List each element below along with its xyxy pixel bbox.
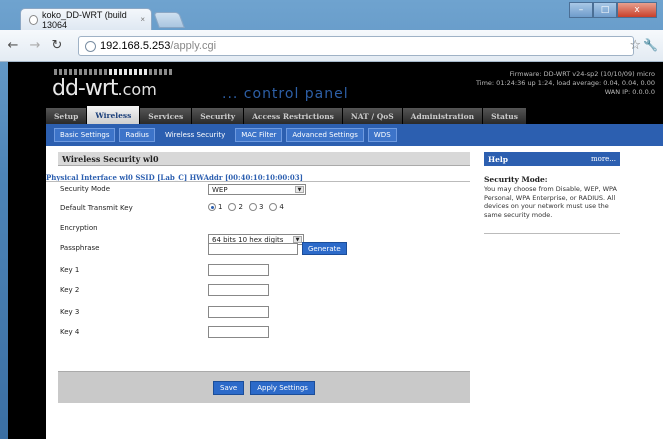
window-controls: – □ x (569, 2, 657, 18)
radio-label: 3 (258, 203, 264, 211)
help-body: You may choose from Disable, WEP, WPA Pe… (484, 185, 617, 219)
url-host: 192.168.5.253 (100, 40, 171, 52)
transmit-key-radio-4[interactable]: 4 (269, 203, 284, 211)
key3-input[interactable] (208, 306, 269, 318)
transmit-key-label: Default Transmit Key (60, 204, 133, 212)
security-mode-select[interactable]: WEP ▼ (208, 184, 306, 195)
transmit-key-radio-3[interactable]: 3 (248, 203, 264, 211)
url-path: /apply.cgi (170, 40, 217, 52)
key1-label: Key 1 (60, 266, 80, 274)
subtab-advanced-settings[interactable]: Advanced Settings (286, 128, 364, 142)
key3-label: Key 3 (60, 308, 80, 316)
firmware-info: Firmware: DD-WRT v24-sp2 (10/10/09) micr… (476, 70, 655, 97)
new-tab-button[interactable] (153, 12, 185, 28)
subtab-radius[interactable]: Radius (119, 128, 155, 142)
subtab-wds[interactable]: WDS (367, 128, 397, 142)
apply-settings-button[interactable]: Apply Settings (250, 380, 315, 395)
radio-label: 4 (279, 203, 284, 211)
tab-setup[interactable]: Setup (46, 108, 87, 124)
logo-com: .com (117, 80, 157, 99)
tab-status[interactable]: Status (483, 108, 526, 124)
bookmark-star-icon[interactable]: ☆ (629, 38, 641, 53)
key4-label: Key 4 (60, 328, 80, 336)
logo-dots (54, 69, 172, 75)
tab-services[interactable]: Services (140, 108, 192, 124)
back-arrow-icon[interactable]: ← (4, 38, 22, 53)
subtab-basic-settings[interactable]: Basic Settings (54, 128, 116, 142)
maximize-button[interactable]: □ (593, 2, 617, 18)
control-panel-label: ... control panel (222, 86, 349, 102)
wrench-icon[interactable]: 🔧 (643, 38, 658, 52)
subtab-wireless-security[interactable]: Wireless Security (158, 128, 232, 142)
address-bar[interactable]: 192.168.5.253/apply.cgi (78, 36, 634, 56)
radio-button[interactable] (228, 203, 237, 211)
uptime-load: Time: 01:24:36 up 1:24, load average: 0.… (476, 79, 655, 87)
firmware-version: Firmware: DD-WRT v24-sp2 (10/10/09) micr… (509, 70, 655, 78)
key4-input[interactable] (208, 326, 269, 338)
transmit-key-radio-2[interactable]: 2 (228, 203, 243, 211)
wan-ip: WAN IP: 0.0.0.0 (604, 88, 655, 96)
main-nav: Setup Wireless Services Security Access … (46, 106, 526, 124)
tab-close-icon[interactable]: × (140, 15, 145, 24)
chevron-down-icon: ▼ (293, 236, 302, 243)
minimize-button[interactable]: – (569, 2, 593, 18)
radio-label: 1 (218, 203, 223, 211)
subtab-mac-filter[interactable]: MAC Filter (235, 128, 283, 142)
radio-button[interactable] (269, 203, 278, 211)
forward-arrow-icon[interactable]: → (26, 38, 44, 53)
tab-security[interactable]: Security (192, 108, 244, 124)
transmit-key-radio-1[interactable]: 1 (208, 203, 222, 211)
reload-icon[interactable]: ↻ (48, 38, 66, 53)
tab-administration[interactable]: Administration (402, 108, 483, 124)
web-page: dd-wrt.com ... control panel Firmware: D… (8, 62, 663, 439)
tab-nat-qos[interactable]: NAT / QoS (342, 108, 402, 124)
divider (484, 233, 620, 234)
help-panel-title: Help more... (484, 152, 620, 166)
generate-button[interactable]: Generate (302, 242, 347, 255)
logo-main: dd-wrt (52, 76, 119, 101)
radio-button[interactable] (248, 203, 257, 211)
favicon-icon (29, 14, 39, 25)
divider (46, 181, 470, 182)
panel-title: Wireless Security wl0 (58, 152, 470, 166)
tab-wireless[interactable]: Wireless (87, 106, 140, 124)
key1-input[interactable] (208, 264, 269, 276)
security-mode-label: Security Mode (60, 185, 111, 193)
save-button[interactable]: Save (213, 380, 245, 395)
passphrase-input[interactable] (208, 243, 298, 255)
security-mode-value: WEP (212, 185, 228, 194)
main-content: Wireless Security wl0 Physical Interface… (46, 146, 663, 439)
globe-icon (85, 40, 96, 52)
radio-button[interactable] (208, 203, 216, 211)
passphrase-label: Passphrase (60, 244, 100, 252)
close-button[interactable]: x (617, 2, 657, 18)
help-heading: Security Mode: (484, 175, 548, 184)
browser-window: koko_DD-WRT (build 13064 × – □ x ← → ↻ 1… (0, 0, 663, 439)
help-more-link[interactable]: more... (591, 155, 616, 163)
browser-tab[interactable]: koko_DD-WRT (build 13064 × (20, 8, 152, 30)
browser-toolbar: ← → ↻ 192.168.5.253/apply.cgi ☆ 🔧 (0, 30, 663, 62)
key2-label: Key 2 (60, 286, 80, 294)
page-header: dd-wrt.com ... control panel Firmware: D… (8, 62, 663, 108)
sub-nav: Basic Settings Radius Wireless Security … (46, 124, 663, 146)
ddwrt-logo: dd-wrt.com (52, 76, 157, 101)
encryption-label: Encryption (60, 224, 98, 232)
key2-input[interactable] (208, 284, 269, 296)
radio-label: 2 (238, 203, 243, 211)
action-bar: Save Apply Settings (58, 371, 470, 403)
transmit-key-radios: 1 2 3 4 (208, 203, 284, 211)
help-title: Help (488, 154, 508, 164)
tab-access-restrictions[interactable]: Access Restrictions (244, 108, 342, 124)
tab-strip: koko_DD-WRT (build 13064 × – □ x (0, 0, 663, 30)
chevron-down-icon: ▼ (295, 186, 304, 193)
tab-title: koko_DD-WRT (build 13064 (42, 9, 127, 30)
